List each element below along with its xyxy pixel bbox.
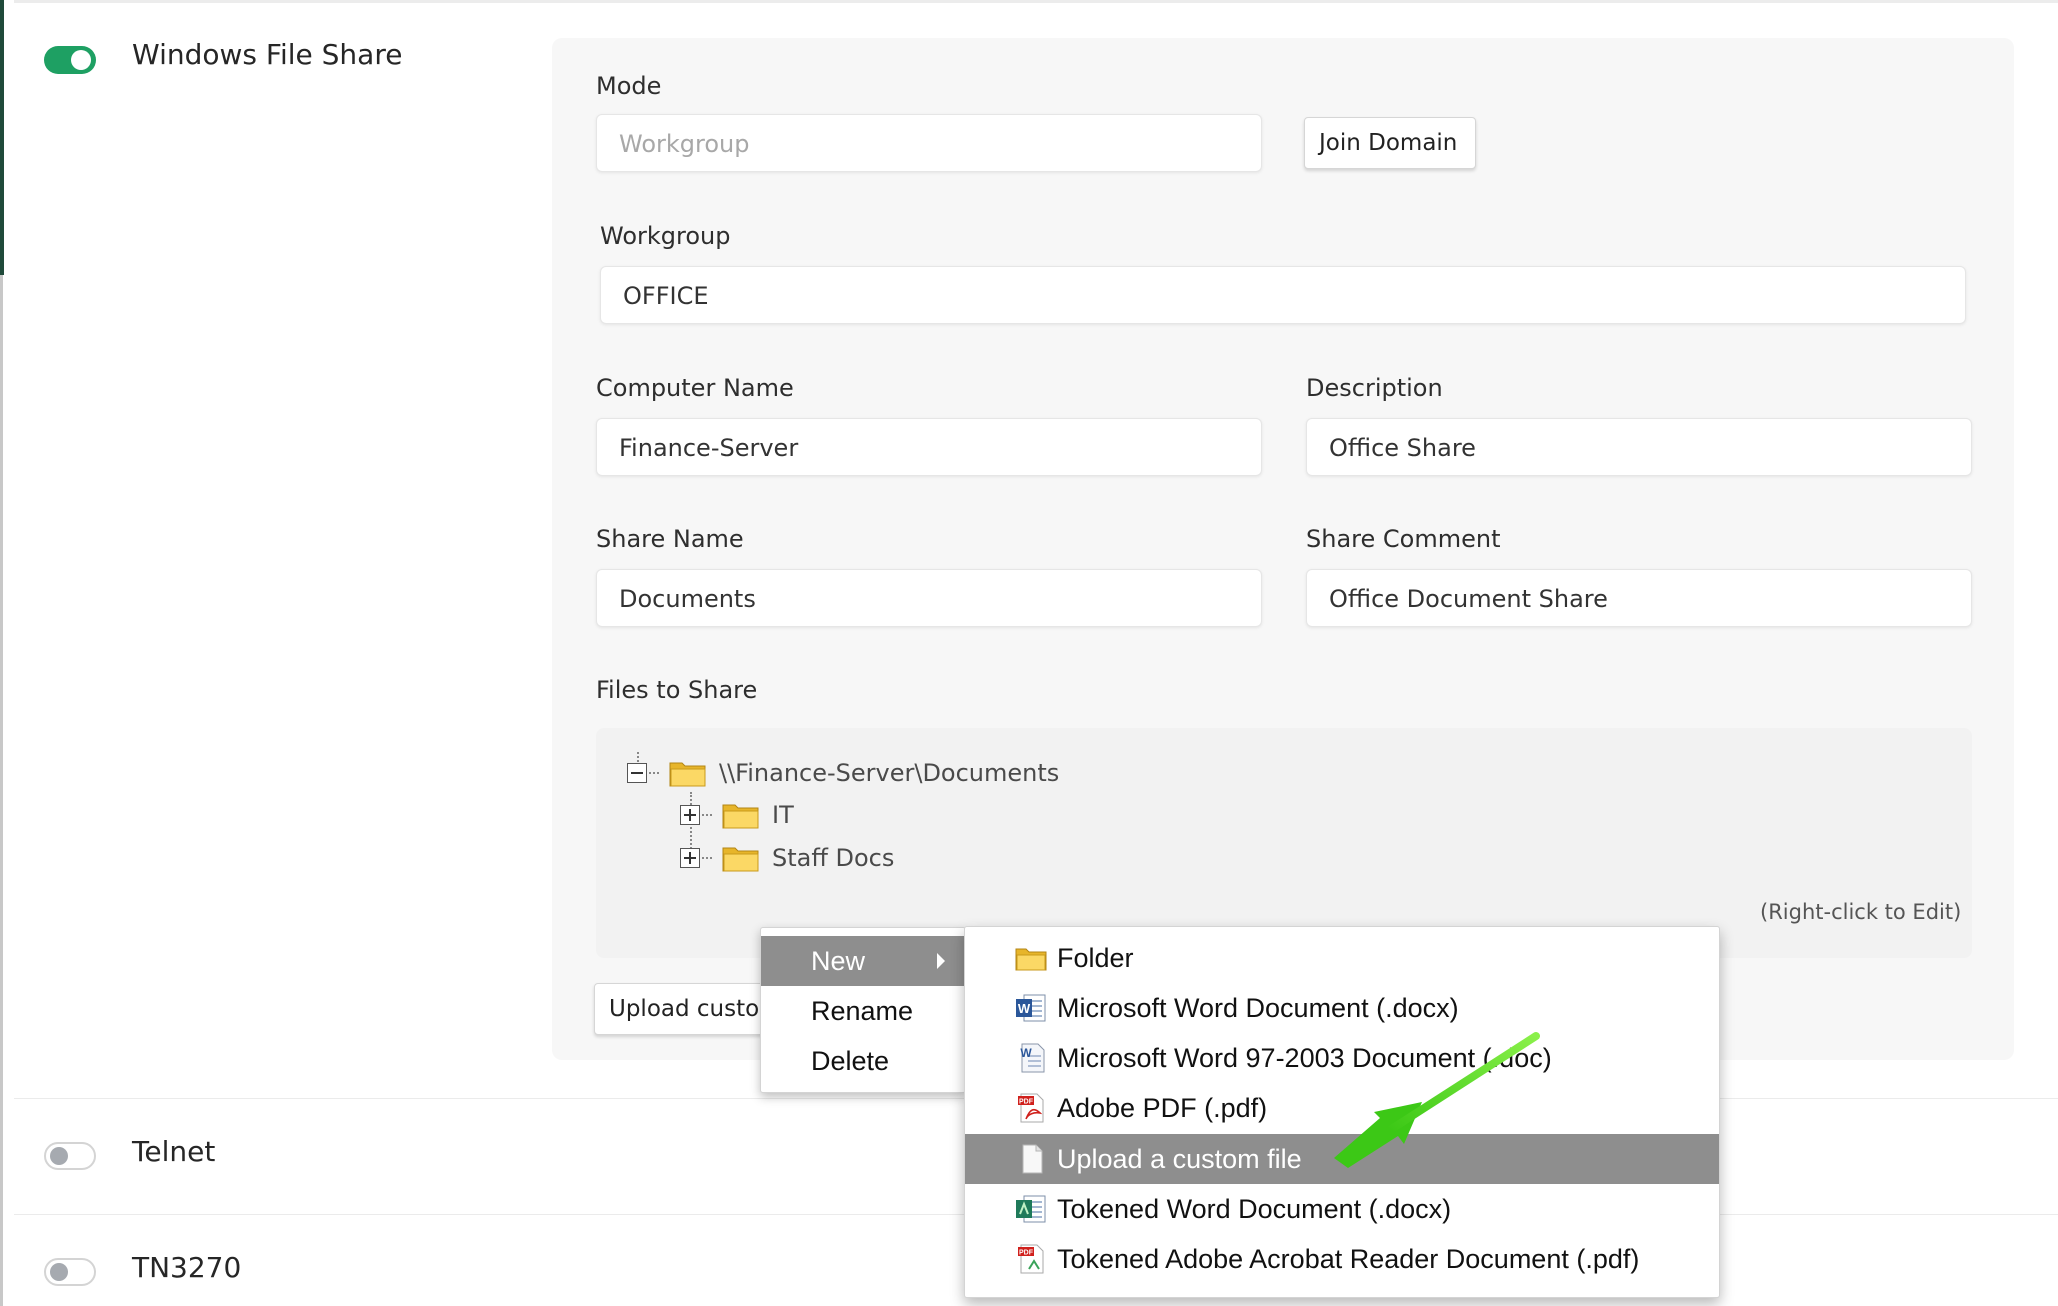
context-menu-new[interactable]: New [761, 936, 965, 986]
workgroup-label: Workgroup [600, 222, 731, 250]
tree-dots [702, 857, 712, 859]
tree-node-it[interactable]: IT [680, 798, 794, 832]
submenu-tokened-pdf-label: Tokened Adobe Acrobat Reader Document (.… [1057, 1243, 1640, 1274]
share-name-label: Share Name [596, 525, 744, 553]
submenu-pdf-label: Adobe PDF (.pdf) [1057, 1092, 1268, 1123]
tree-node-staff-docs[interactable]: Staff Docs [680, 841, 894, 875]
tree-node-staff-docs-label: Staff Docs [772, 844, 895, 872]
context-menu-delete[interactable]: Delete [761, 1036, 965, 1086]
submenu-word-docx-label: Microsoft Word Document (.docx) [1057, 992, 1459, 1023]
folder-icon [669, 762, 706, 787]
mode-label: Mode [596, 72, 662, 100]
context-menu-new-label: New [811, 946, 866, 976]
toggle-knob [50, 1263, 68, 1281]
top-divider [14, 0, 2058, 3]
computer-name-label: Computer Name [596, 374, 794, 402]
word-doc-icon: W [1020, 1043, 1045, 1073]
submenu-arrow-icon [937, 953, 945, 969]
submenu-folder-label: Folder [1057, 942, 1134, 973]
tree-dots [649, 772, 659, 774]
windows-file-share-toggle[interactable] [44, 46, 96, 74]
telnet-toggle[interactable] [44, 1142, 96, 1170]
service-label-telnet: Telnet [132, 1135, 216, 1168]
mode-input[interactable]: Workgroup [596, 114, 1262, 172]
window-edge-lower [0, 275, 3, 1306]
share-comment-label: Share Comment [1306, 525, 1501, 553]
submenu-word-docx[interactable]: W Microsoft Word Document (.docx) [965, 983, 1719, 1033]
description-input[interactable]: Office Share [1306, 418, 1972, 476]
service-label-windows-file-share: Windows File Share [132, 38, 403, 71]
tn3270-toggle[interactable] [44, 1258, 96, 1286]
context-menu-rename[interactable]: Rename [761, 986, 965, 1036]
tree-node-root-label: \\Finance-Server\Documents [719, 759, 1060, 787]
service-label-tn3270: TN3270 [132, 1251, 242, 1284]
toggle-knob [71, 50, 91, 70]
window-edge [0, 0, 4, 275]
pdf-icon: PDF [1018, 1093, 1044, 1123]
folder-icon [722, 847, 759, 872]
expand-icon[interactable] [680, 848, 700, 868]
svg-text:PDF: PDF [1019, 1250, 1034, 1257]
expand-icon[interactable] [680, 805, 700, 825]
submenu-upload-custom-file-label: Upload a custom file [1057, 1143, 1302, 1174]
svg-text:W: W [1020, 1046, 1032, 1060]
right-click-hint: (Right-click to Edit) [1760, 900, 1962, 924]
submenu-tokened-pdf[interactable]: PDF Tokened Adobe Acrobat Reader Documen… [965, 1234, 1719, 1284]
submenu-tokened-word-label: Tokened Word Document (.docx) [1057, 1193, 1452, 1224]
tokened-word-icon [1016, 1195, 1046, 1223]
folder-icon [1015, 948, 1047, 971]
share-comment-input[interactable]: Office Document Share [1306, 569, 1972, 627]
submenu-folder[interactable]: Folder [965, 933, 1719, 983]
join-domain-button[interactable]: Join Domain [1304, 117, 1476, 169]
word-docx-icon: W [1016, 994, 1046, 1022]
svg-text:PDF: PDF [1019, 1099, 1034, 1106]
toggle-knob [50, 1147, 68, 1165]
blank-file-icon [1022, 1144, 1043, 1174]
pointer-arrow-icon [1334, 1032, 1540, 1168]
submenu-tokened-word[interactable]: Tokened Word Document (.docx) [965, 1184, 1719, 1234]
description-label: Description [1306, 374, 1443, 402]
tree-node-root[interactable]: \\Finance-Server\Documents [627, 756, 1059, 790]
share-name-input[interactable]: Documents [596, 569, 1262, 627]
workgroup-input[interactable]: OFFICE [600, 266, 1966, 324]
tree-node-it-label: IT [772, 801, 794, 829]
files-to-share-label: Files to Share [596, 676, 758, 704]
context-menu: New Rename Delete [760, 927, 966, 1093]
svg-text:W: W [1018, 1001, 1031, 1016]
tokened-pdf-icon: PDF [1018, 1244, 1044, 1274]
tree-dots [702, 814, 712, 816]
folder-icon [722, 804, 759, 829]
collapse-icon[interactable] [627, 763, 647, 783]
computer-name-input[interactable]: Finance-Server [596, 418, 1262, 476]
